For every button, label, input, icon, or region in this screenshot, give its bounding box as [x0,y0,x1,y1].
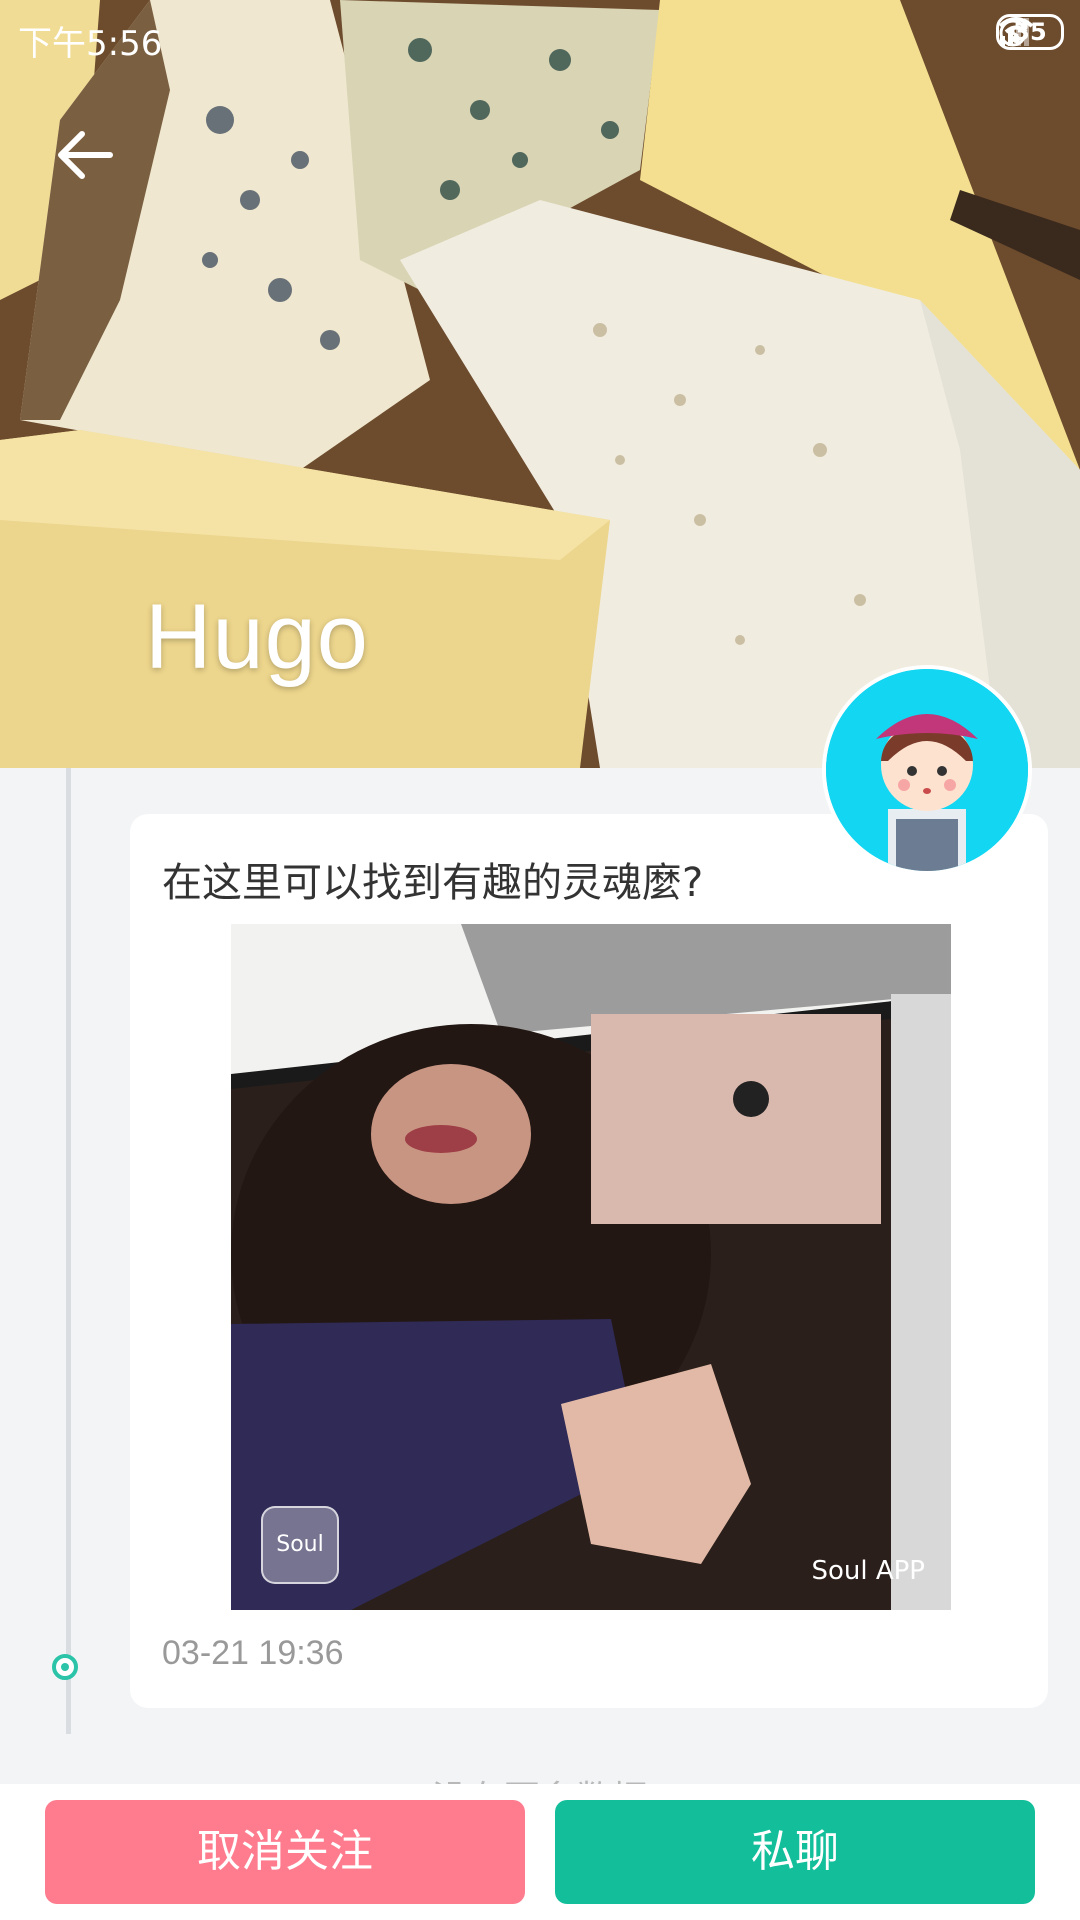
bottom-action-bar: 取消关注 私聊 [0,1784,1080,1920]
unfollow-button[interactable]: 取消关注 [45,1800,525,1904]
back-button[interactable] [50,120,120,190]
soul-logo: Soul [261,1506,339,1584]
post-timestamp: 03-21 19:36 [162,1634,344,1672]
post-text: 在这里可以找到有趣的灵魂麼? [162,860,704,906]
profile-cover-image: 下午5:56 35 Hugo [0,0,1080,768]
status-time: 下午5:56 [18,24,163,64]
avatar[interactable] [822,665,1032,875]
private-chat-button[interactable]: 私聊 [555,1800,1035,1904]
status-bar: 下午5:56 35 [0,0,1080,72]
post-card[interactable]: 在这里可以找到有趣的灵魂麼? Soul Soul APP 03-21 19:36 [130,814,1048,1708]
timeline-line [66,768,71,1734]
post-image[interactable]: Soul Soul APP [231,924,951,1610]
timeline-dot-icon [52,1654,78,1680]
wifi-icon [998,17,1034,43]
image-watermark: Soul APP [811,1556,925,1586]
arrow-left-icon [58,131,113,179]
status-icons: 35 [996,14,1064,50]
profile-username: Hugo [145,586,369,688]
